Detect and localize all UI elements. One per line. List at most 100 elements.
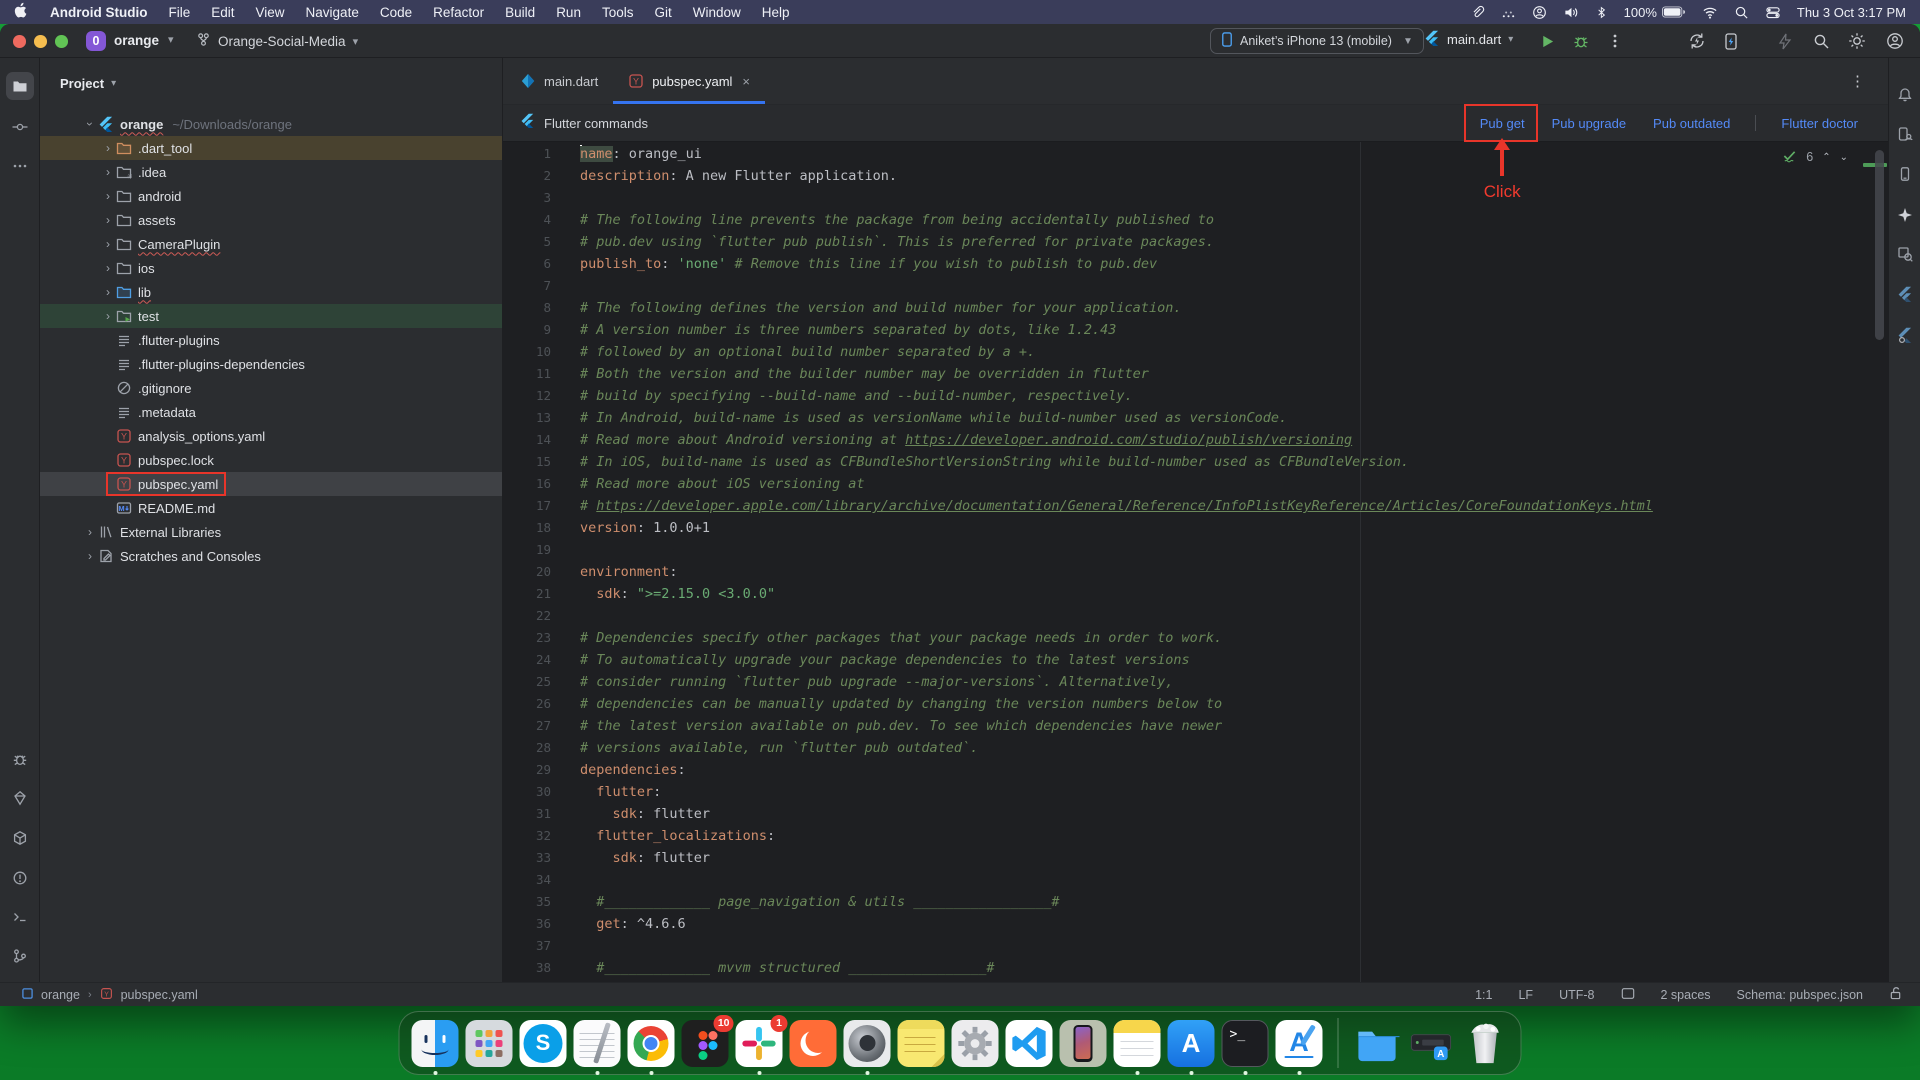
- minimize-window-button[interactable]: [34, 35, 47, 48]
- tab-options-icon[interactable]: ⋮: [1850, 72, 1866, 90]
- line-ending[interactable]: LF: [1518, 988, 1533, 1002]
- running-devices-icon[interactable]: [1896, 165, 1914, 183]
- battery-indicator[interactable]: 100%: [1624, 5, 1686, 20]
- flutter-outline-icon[interactable]: [1896, 285, 1914, 303]
- user-switch-icon[interactable]: [1532, 5, 1547, 20]
- build-icon[interactable]: [6, 824, 34, 852]
- next-problem-icon[interactable]: ⌄: [1840, 152, 1848, 163]
- expand-chevron-icon[interactable]: ›: [82, 525, 98, 539]
- menu-item-window[interactable]: Window: [693, 5, 741, 20]
- logcat-bug-icon[interactable]: [6, 745, 34, 773]
- indent-size[interactable]: 2 spaces: [1661, 988, 1711, 1002]
- dart-analysis-icon[interactable]: [6, 784, 34, 812]
- banner-action-pub-upgrade[interactable]: Pub upgrade: [1552, 116, 1626, 131]
- inspections-widget[interactable]: 6 ⌃ ⌄: [1782, 147, 1848, 167]
- editor-scrollbar[interactable]: [1875, 150, 1884, 340]
- expand-chevron-icon[interactable]: ›: [100, 189, 116, 203]
- layout-inspector-icon[interactable]: [1896, 245, 1914, 263]
- run-button[interactable]: [1538, 32, 1556, 50]
- tree-item-readme-md[interactable]: M README.md: [40, 496, 502, 520]
- dock-app-trash[interactable]: [1462, 1020, 1509, 1067]
- tree-item-orange[interactable]: › orange ~/Downloads/orange: [40, 112, 502, 136]
- tab-main-dart[interactable]: main.dart: [505, 58, 613, 104]
- problems-icon[interactable]: [6, 864, 34, 892]
- menu-clock[interactable]: Thu 3 Oct 3:17 PM: [1797, 5, 1906, 20]
- tree-item-assets[interactable]: › assets: [40, 208, 502, 232]
- menu-item-git[interactable]: Git: [654, 5, 671, 20]
- wifi-icon[interactable]: [1702, 5, 1718, 20]
- menu-item-run[interactable]: Run: [556, 5, 581, 20]
- dock-app-external-device[interactable]: A: [1408, 1020, 1455, 1067]
- expand-chevron-icon[interactable]: ›: [100, 237, 116, 251]
- tree-item-scratches-and-consoles[interactable]: › Scratches and Consoles: [40, 544, 502, 568]
- dock-app-stickies[interactable]: [897, 1019, 945, 1067]
- dock-app-camera-lens[interactable]: [843, 1019, 891, 1075]
- dock-app-terminal[interactable]: >_: [1221, 1019, 1269, 1075]
- dock-app-skype[interactable]: S: [519, 1019, 567, 1067]
- dock-app-notes[interactable]: [1113, 1019, 1161, 1075]
- tree-item-cameraplugin[interactable]: › CameraPlugin: [40, 232, 502, 256]
- version-control-icon[interactable]: [6, 942, 34, 970]
- account-avatar-icon[interactable]: [1886, 32, 1904, 50]
- tab-pubspec-yaml[interactable]: Ypubspec.yaml ×: [613, 58, 765, 104]
- tree-item-android[interactable]: › android: [40, 184, 502, 208]
- close-tab-icon[interactable]: ×: [742, 74, 750, 89]
- tree-item-analysis-options-yaml[interactable]: Yanalysis_options.yaml: [40, 424, 502, 448]
- close-window-button[interactable]: [13, 35, 26, 48]
- screen-mirroring-icon[interactable]: [1501, 5, 1516, 20]
- tree-item-pubspec-yaml[interactable]: Ypubspec.yaml: [40, 472, 502, 496]
- search-everywhere-icon[interactable]: [1812, 32, 1830, 50]
- menu-item-refactor[interactable]: Refactor: [433, 5, 484, 20]
- code-editor[interactable]: 1 2 3 4 5 6 7 8 9 10 11 12 13 14 15 16 17 18 19 20 21 22 23 24 2…: [503, 142, 1888, 982]
- apple-menu-icon[interactable]: [14, 2, 29, 22]
- volume-icon[interactable]: [1563, 5, 1579, 20]
- expand-chevron-icon[interactable]: ›: [100, 165, 116, 179]
- expand-chevron-icon[interactable]: ›: [100, 309, 116, 323]
- dock-app-textedit[interactable]: [573, 1019, 621, 1075]
- project-name[interactable]: orange: [114, 33, 159, 48]
- device-manager-icon[interactable]: [1896, 125, 1914, 143]
- dock-app-downloads-folder[interactable]: [1354, 1020, 1401, 1067]
- menu-item-edit[interactable]: Edit: [211, 5, 234, 20]
- dock-app-iphone-simulator[interactable]: [1059, 1019, 1107, 1067]
- breadcrumb-project[interactable]: orange: [41, 988, 80, 1002]
- expand-chevron-icon[interactable]: ›: [82, 549, 98, 563]
- dock-app-launchpad[interactable]: [465, 1019, 513, 1067]
- column-guide-icon[interactable]: [1621, 987, 1635, 1003]
- tree-item-lib[interactable]: › lib: [40, 280, 502, 304]
- dock-app-finder[interactable]: [411, 1019, 459, 1075]
- expand-chevron-icon[interactable]: ›: [100, 141, 116, 155]
- menu-item-help[interactable]: Help: [762, 5, 790, 20]
- tree-item--metadata[interactable]: .metadata: [40, 400, 502, 424]
- dock-app-app-store[interactable]: A: [1167, 1019, 1215, 1075]
- expand-chevron-icon[interactable]: ›: [100, 285, 116, 299]
- settings-gear-icon[interactable]: [1848, 32, 1866, 50]
- banner-action-pub-outdated[interactable]: Pub outdated: [1653, 116, 1730, 131]
- banner-action-flutter-doctor[interactable]: Flutter doctor: [1781, 116, 1858, 131]
- menu-item-view[interactable]: View: [256, 5, 285, 20]
- device-selector[interactable]: Aniket’s iPhone 13 (mobile) ▼: [1210, 28, 1424, 54]
- expand-chevron-icon[interactable]: ›: [100, 213, 116, 227]
- hot-restart-device-icon[interactable]: [1722, 32, 1740, 50]
- search-icon[interactable]: [1734, 5, 1749, 20]
- dock-app-figma[interactable]: 10: [681, 1014, 734, 1067]
- tree-item-test[interactable]: › test: [40, 304, 502, 328]
- breadcrumb[interactable]: orange › Y pubspec.yaml: [22, 987, 198, 1003]
- expand-chevron-icon[interactable]: ›: [83, 116, 97, 132]
- dock-app-vscode[interactable]: [1005, 1019, 1053, 1067]
- file-encoding[interactable]: UTF-8: [1559, 988, 1594, 1002]
- dock-app-postman[interactable]: [789, 1019, 837, 1067]
- tree-item--gitignore[interactable]: .gitignore: [40, 376, 502, 400]
- tree-item-pubspec-lock[interactable]: Ypubspec.lock: [40, 448, 502, 472]
- dock-app-slack[interactable]: 1: [735, 1014, 788, 1075]
- more-actions-icon[interactable]: [1606, 32, 1624, 50]
- tree-item--idea[interactable]: › ✳ .idea: [40, 160, 502, 184]
- flutter-inspector-icon[interactable]: [1896, 326, 1914, 344]
- more-icon[interactable]: [6, 152, 34, 180]
- schema-selector[interactable]: Schema: pubspec.json: [1737, 988, 1863, 1002]
- breadcrumb-file[interactable]: pubspec.yaml: [121, 988, 198, 1002]
- caret-position[interactable]: 1:1: [1475, 988, 1492, 1002]
- profiler-bolt-icon[interactable]: [1776, 32, 1794, 50]
- unlocked-icon[interactable]: [1889, 986, 1902, 1003]
- hot-reload-icon[interactable]: [1688, 32, 1706, 50]
